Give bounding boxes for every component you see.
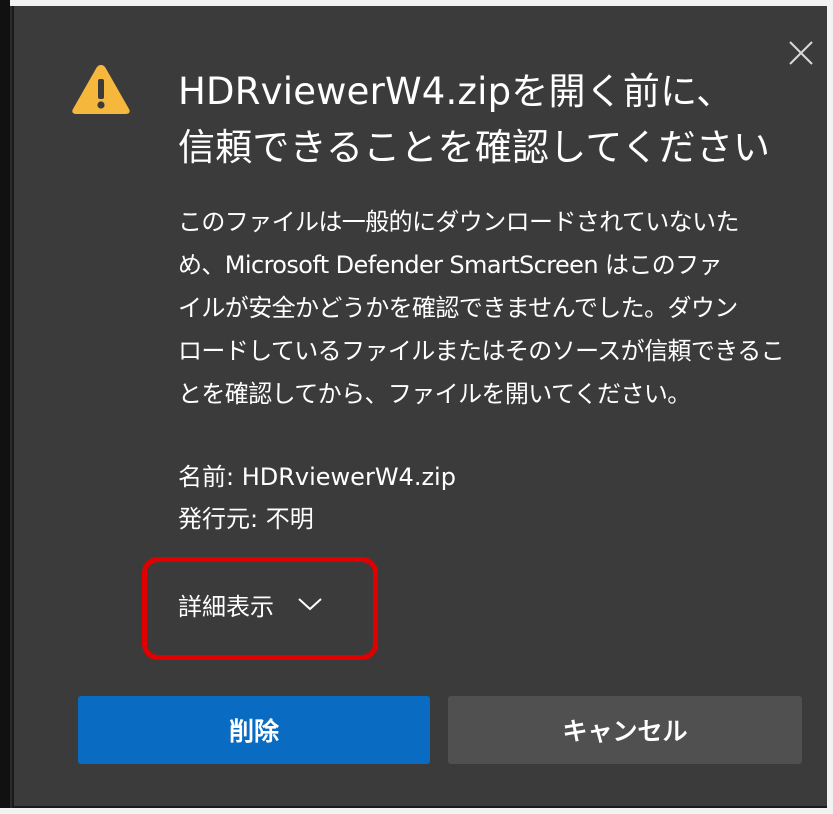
cancel-button[interactable]: キャンセル	[448, 696, 802, 764]
warning-icon	[70, 62, 132, 116]
description-line: イルが安全かどうかを確認できませんでした。ダウン	[178, 294, 738, 322]
description-line: このファイルは一般的にダウンロードされていないた	[178, 208, 739, 236]
description-line: め、Microsoft Defender SmartScreen はこのファ	[178, 251, 723, 279]
publisher-label: 発行元: 不明	[178, 505, 314, 533]
show-details-toggle[interactable]: 詳細表示	[178, 581, 324, 627]
show-details-label: 詳細表示	[178, 592, 274, 621]
page-edge-right	[827, 0, 833, 814]
file-info: 名前: HDRviewerW4.zip 発行元: 不明	[178, 456, 456, 540]
warning-description: このファイルは一般的にダウンロードされていないた め、Microsoft Def…	[178, 201, 808, 416]
delete-button-label: 削除	[228, 717, 279, 746]
dialog-title-line-2: 信頼できることを確認してください	[178, 126, 771, 169]
description-line: ロードしているファイルまたはそのソースが信頼できるこ	[178, 337, 785, 365]
dialog-title-line-1: HDRviewerW4.zipを開く前に、	[178, 70, 734, 113]
cancel-button-label: キャンセル	[562, 717, 688, 746]
dialog-title: HDRviewerW4.zipを開く前に、 信頼できることを確認してください	[178, 64, 798, 176]
delete-button[interactable]: 削除	[78, 696, 430, 764]
smartscreen-warning-dialog: HDRviewerW4.zipを開く前に、 信頼できることを確認してください こ…	[12, 6, 827, 808]
page-edge-bottom	[0, 808, 833, 814]
description-line: とを確認してから、ファイルを開いてください。	[178, 380, 691, 408]
chevron-down-icon	[298, 598, 322, 611]
file-name-label: 名前: HDRviewerW4.zip	[178, 463, 456, 491]
page-edge-left	[0, 0, 10, 814]
